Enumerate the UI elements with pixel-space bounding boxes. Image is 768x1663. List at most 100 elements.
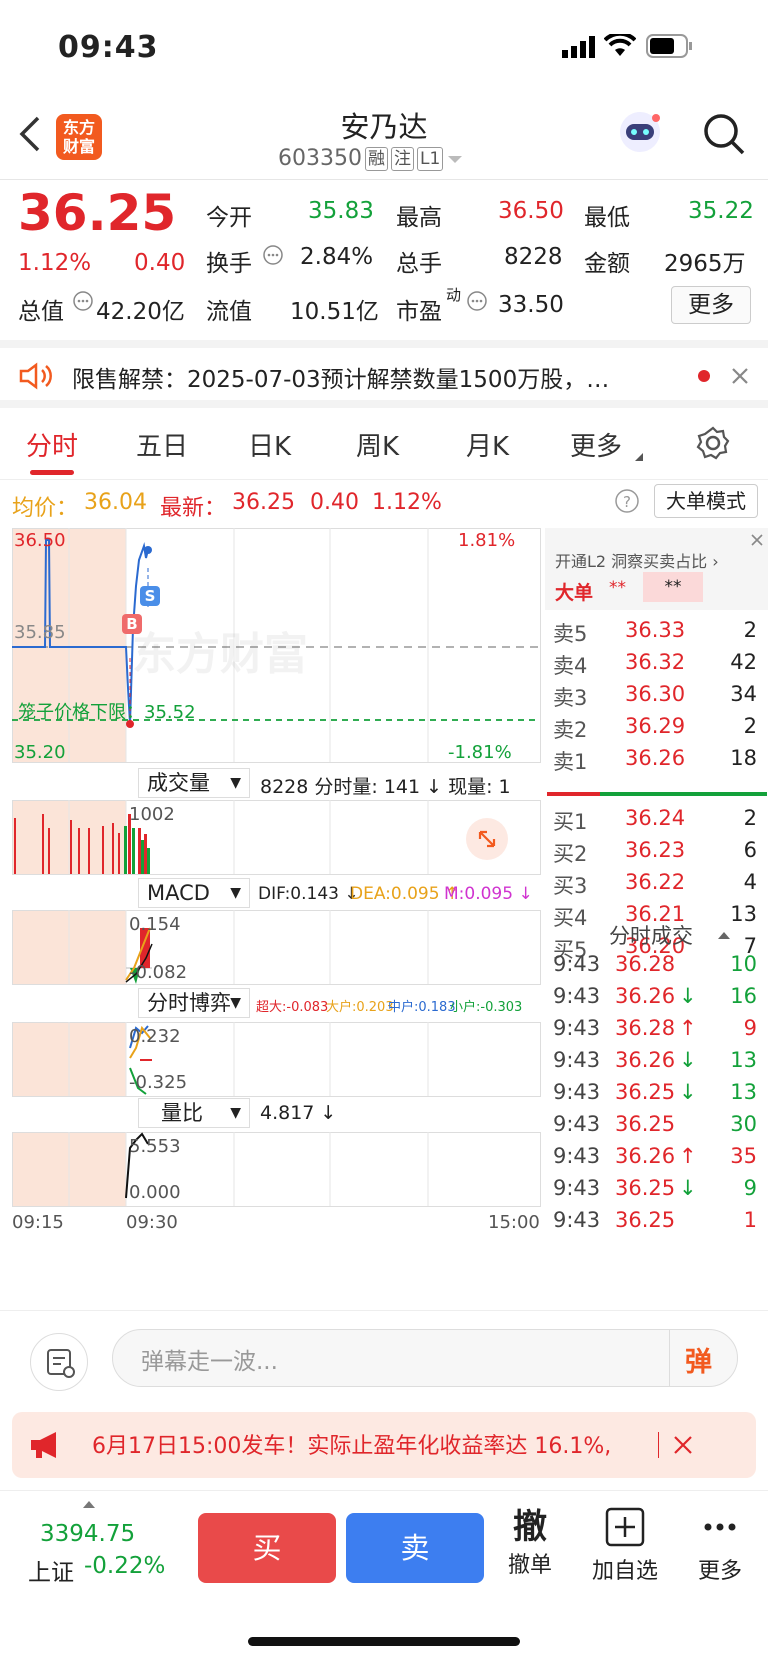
comment-input[interactable]: 弹幕走一波... 弹 [112,1329,738,1387]
expand-button[interactable] [466,818,508,860]
dropdown-icon: ▼ [230,1105,241,1121]
comment-placeholder: 弹幕走一波... [141,1349,278,1375]
comment-settings-button[interactable] [30,1333,88,1391]
tick-price: 36.28 [615,952,676,976]
tab-intraday[interactable]: 分时 [26,426,78,463]
bottom-toolbar: 3394.75 上证 -0.22% 买 卖 撤 撤单 加自选 更多 [0,1490,768,1663]
index-name[interactable]: 上证 [28,1553,74,1587]
more-label: 更多 [697,1559,742,1584]
info-dots-icon[interactable] [72,290,94,312]
turnover-value: 2.84% [300,244,374,270]
tick-price: 36.26 [615,984,676,1008]
bid-label: 买1 [553,810,588,834]
stock-code: 603350 [278,146,362,171]
buy-button[interactable]: 买 [198,1513,336,1583]
index-value[interactable]: 3394.75 [40,1521,135,1547]
open-value: 35.83 [308,198,374,224]
intraday-chart[interactable]: 东方财富 36.50 35.20 1.81% -1.81% 35.85 笼子价格… [12,528,542,1308]
cage-price-label: 笼子价格下限：35.52 [18,702,196,723]
pe-sup: 动 [446,286,462,304]
open-label: 今开 [206,205,252,231]
caret-icon [635,453,643,461]
tag-margin: 融 [364,146,388,171]
tick-time: 9:43 [553,952,601,976]
tag-registered: 注 [390,146,414,171]
indicator-select-game[interactable]: 分时博弈 ▼ [138,988,250,1018]
tick-time: 9:43 [553,1048,601,1072]
cancel-order-button[interactable]: 撤 撤单 [490,1507,570,1579]
close-icon[interactable] [730,366,750,386]
tab-five-day[interactable]: 五日 [136,426,188,463]
current-price: 36.25 [18,184,177,242]
bid-volume: 2 [743,806,757,830]
big-order-label: 大单 [555,582,594,604]
signal-icon [562,36,595,58]
indicator-select-macd[interactable]: MACD ▼ [138,878,250,908]
quote-more-button[interactable]: 更多 [671,286,751,324]
stock-code-row[interactable]: 603350 融 注 L1 [278,146,464,171]
ask-row[interactable]: 卖3 36.30 34 [545,682,765,714]
ratio-axis-bottom: 0.000 [129,1182,181,1203]
tick-row: 9:43 36.28 ↑ 9 [545,1016,765,1048]
speaker-icon [19,362,52,390]
tick-volume: 16 [730,984,757,1008]
notice-bar[interactable]: 限售解禁：2025-07-03预计解禁数量1500万股，… [0,340,768,408]
ask-row[interactable]: 卖5 36.33 2 [545,618,765,650]
tick-row: 9:43 36.25 30 [545,1112,765,1144]
tick-time: 9:43 [553,1144,601,1168]
ask-price: 36.29 [625,714,686,738]
caret-up-icon [718,932,730,939]
tick-time: 9:43 [553,1208,601,1232]
indicator-select-volume-ratio[interactable]: 量比 ▼ [138,1098,250,1128]
bid-row[interactable]: 买3 36.22 4 [545,870,765,902]
robot-assistant-icon[interactable] [616,108,664,156]
tab-active-indicator [30,470,74,475]
macd-axis-bottom: -0.082 [129,962,188,983]
indicator-select-volume[interactable]: 成交量 ▼ [138,768,250,798]
l2-promo[interactable]: 开通L2 洞察买卖占比 › 大单 ** ** [545,528,768,610]
float-label: 流值 [206,299,252,325]
ask-row[interactable]: 卖1 36.26 18 [545,746,765,778]
stock-header: 东方 财富 安乃达 603350 融 注 L1 [0,96,768,180]
ask-row[interactable]: 卖2 36.29 2 [545,714,765,746]
help-icon[interactable]: ? [614,488,640,514]
tick-row: 9:43 36.26 ↑ 35 [545,1144,765,1176]
tab-daily-k[interactable]: 日K [248,426,291,463]
close-icon[interactable] [749,532,765,548]
info-dots-icon[interactable] [262,244,284,266]
tab-weekly-k[interactable]: 周K [356,426,399,463]
time-axis-open: 09:30 [126,1212,178,1233]
megaphone-icon [31,1432,56,1458]
more-button[interactable]: 更多 [680,1507,760,1585]
price-axis-top: 36.50 [14,530,66,551]
sell-button[interactable]: 卖 [346,1513,484,1583]
ticks-title[interactable]: 分时成交 [609,920,693,950]
volume-value: 8228 [504,244,563,270]
add-watchlist-label: 加自选 [591,1559,658,1584]
promo-banner[interactable]: 6月17日15:00发车！实际止盈年化收益率达 16.1%, [12,1412,756,1478]
caret-up-icon [83,1501,95,1508]
bid-price: 36.24 [625,806,686,830]
tab-monthly-k[interactable]: 月K [466,426,509,463]
close-icon[interactable] [672,1434,694,1456]
index-pct[interactable]: -0.22% [84,1553,165,1579]
gear-icon[interactable] [696,426,730,460]
bid-label: 买3 [553,874,588,898]
ask-row[interactable]: 卖4 36.32 42 [545,650,765,682]
big-order-mode-button[interactable]: 大单模式 [654,484,758,518]
dropdown-icon: ▼ [230,885,241,901]
buy-marker[interactable]: B [122,614,142,634]
info-dots-icon[interactable] [466,290,488,312]
chart-tabs: 分时 五日 日K 周K 月K 更多 [0,408,768,480]
tick-arrow: ↓ [679,984,697,1008]
turnover-label: 换手 [206,251,252,277]
tab-more[interactable]: 更多 [570,426,622,463]
search-icon[interactable] [702,112,746,156]
bid-row[interactable]: 买2 36.23 6 [545,838,765,870]
danmu-button[interactable]: 弹 [685,1340,712,1379]
ask-price: 36.26 [625,746,686,770]
sell-marker[interactable]: S [140,586,160,606]
bid-volume: 13 [730,902,757,926]
bid-row[interactable]: 买1 36.24 2 [545,806,765,838]
add-watchlist-button[interactable]: 加自选 [585,1507,665,1585]
